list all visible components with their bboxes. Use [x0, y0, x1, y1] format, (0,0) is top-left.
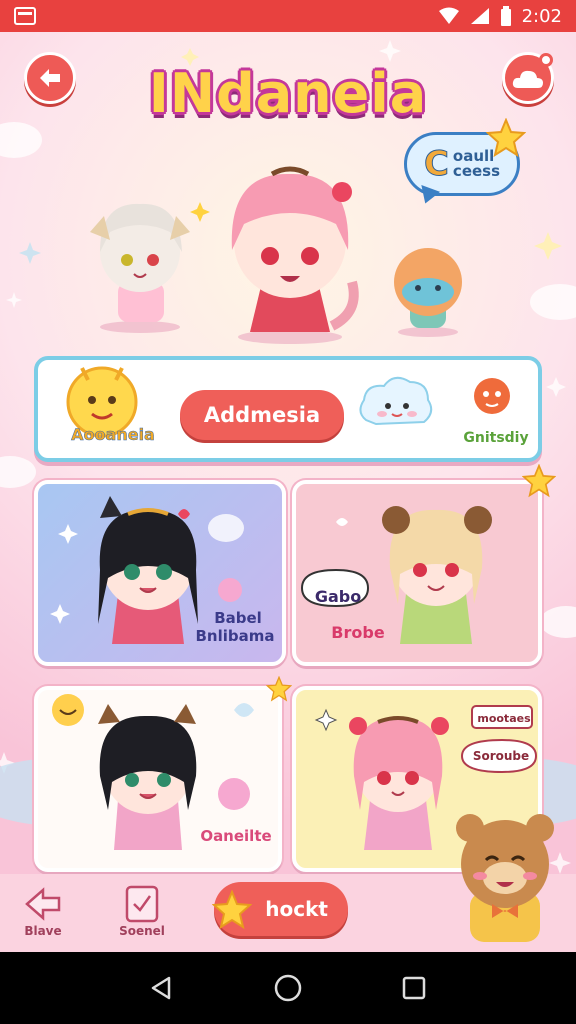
cta-button-label: hockt	[265, 897, 328, 921]
cloud-mascot-icon	[359, 376, 433, 426]
notification-dot	[539, 53, 553, 67]
notes-tool-button[interactable]: Soenel	[112, 884, 172, 938]
hero-characters-illustration	[90, 166, 462, 344]
cloud-icon	[512, 70, 543, 88]
notepad-icon	[125, 885, 159, 923]
gold-star-icon	[522, 464, 556, 498]
back-button[interactable]	[24, 52, 76, 104]
gold-star-icon	[212, 890, 252, 930]
nav-home-icon[interactable]	[273, 973, 303, 1003]
card-1-line-2: Bnlibama	[195, 627, 275, 645]
status-bar: 2:02	[0, 0, 576, 32]
signal-icon	[470, 8, 489, 24]
card-2-line-2: Brobe	[331, 623, 385, 642]
card-2-line-1: Gabo	[314, 587, 362, 606]
character-card-3[interactable]: Oaneilte	[34, 686, 282, 872]
app-notification-icon	[14, 7, 36, 25]
banner-right-label: Gnitsdiy	[463, 430, 529, 446]
character-card-1[interactable]: Babel Bnlibama	[34, 480, 286, 666]
back-tool-button[interactable]: Blave	[18, 884, 68, 938]
orange-creature-icon	[474, 378, 510, 414]
card-4-line-1: mootaes	[477, 712, 531, 725]
wifi-icon	[438, 7, 459, 24]
card-1-line-1: Babel	[214, 609, 262, 627]
status-time: 2:02	[521, 5, 562, 27]
back-arrow-icon	[40, 69, 60, 87]
system-navigation-bar	[0, 952, 576, 1024]
card-4-line-2: Soroube	[472, 749, 530, 763]
banner-left-label: Aooaneia	[71, 425, 155, 444]
arrow-left-icon	[25, 887, 61, 921]
cloud-notification-button[interactable]	[502, 52, 554, 104]
bear-mascot-illustration	[456, 814, 554, 942]
app-screen: INdaneia C oaull ceess Aooaneia Addmesia…	[0, 32, 576, 952]
gold-star-icon	[266, 676, 292, 702]
character-card-2[interactable]: Gabo Brobe	[292, 480, 542, 666]
page-title: INdaneia	[148, 62, 428, 125]
back-tool-label: Blave	[24, 924, 62, 938]
nav-recents-icon[interactable]	[401, 975, 427, 1001]
notes-tool-label: Soenel	[119, 924, 165, 938]
card-3-line-1: Oaneilte	[200, 827, 272, 845]
nav-back-icon[interactable]	[149, 975, 175, 1001]
banner-action-button[interactable]: Addmesia	[180, 390, 344, 440]
battery-icon	[500, 6, 511, 26]
